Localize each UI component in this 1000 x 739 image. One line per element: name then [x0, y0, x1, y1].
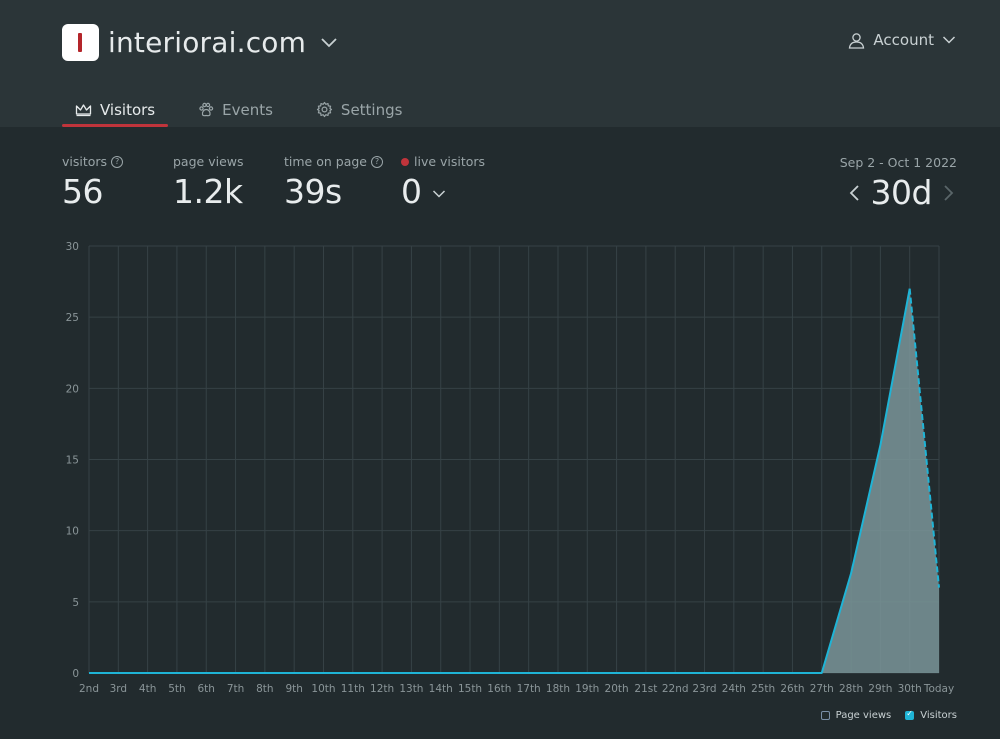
stat-label: visitors	[62, 154, 108, 169]
paw-icon	[199, 102, 214, 116]
y-tick-label: 25	[66, 312, 79, 324]
x-tick-label: 17th	[517, 683, 541, 695]
chevron-left-icon[interactable]	[847, 183, 861, 203]
account-menu-button[interactable]: Account	[848, 31, 956, 49]
range-value[interactable]: 30d	[871, 173, 933, 212]
x-tick-label: 30th	[898, 683, 922, 695]
x-tick-label: 8th	[256, 683, 273, 695]
stat-label: time on page	[284, 154, 367, 169]
x-tick-label: 10th	[311, 683, 335, 695]
chart-series	[89, 288, 940, 674]
stat-page-views[interactable]: page views 1.2k	[173, 154, 244, 211]
x-tick-label: 24th	[722, 683, 746, 695]
stat-value: 1.2k	[173, 172, 243, 211]
chevron-down-icon	[942, 36, 956, 44]
crown-icon	[75, 103, 92, 116]
header-bar: interiorai.com Account Visitors Events S…	[0, 0, 1000, 127]
chevron-right-icon[interactable]	[942, 183, 956, 203]
date-range-label: Sep 2 - Oct 1 2022	[839, 155, 957, 170]
range-selector: 30d	[847, 173, 956, 212]
legend-visitors[interactable]: Visitors	[905, 709, 957, 721]
site-logo[interactable]	[62, 24, 99, 61]
live-indicator-dot	[401, 157, 409, 166]
chart-grid	[88, 245, 940, 674]
user-icon	[849, 32, 865, 49]
series-area	[89, 288, 939, 673]
x-tick-label: 15th	[458, 683, 482, 695]
y-tick-label: 10	[66, 526, 79, 538]
x-tick-label: 2nd	[79, 683, 99, 695]
x-tick-label: 20th	[605, 683, 629, 695]
nav-tabs: Visitors Events Settings	[62, 92, 432, 127]
x-tick-label: 22nd	[662, 683, 689, 695]
chart-legend: Page views Visitors	[820, 709, 957, 721]
y-tick-label: 20	[66, 383, 79, 395]
x-tick-label: 29th	[868, 683, 892, 695]
y-tick-label: 0	[72, 668, 79, 680]
x-tick-label: 3rd	[110, 683, 127, 695]
stat-value: 0	[401, 172, 422, 211]
checkbox-checked[interactable]	[905, 709, 915, 720]
x-tick-label: 27th	[810, 683, 834, 695]
x-tick-label: 9th	[285, 683, 302, 695]
checkbox-unchecked[interactable]	[820, 711, 830, 720]
stat-live-visitors[interactable]: live visitors 0	[401, 154, 485, 211]
y-tick-label: 30	[66, 241, 79, 253]
x-tick-label: 23rd	[692, 683, 716, 695]
x-tick-label: 6th	[198, 683, 215, 695]
tab-events[interactable]: Events	[185, 92, 286, 127]
stat-label: live visitors	[414, 154, 486, 169]
x-tick-label: 11th	[341, 683, 365, 695]
y-tick-label: 5	[72, 597, 79, 609]
stat-time-on-page[interactable]: time on page ? 39s	[284, 154, 383, 211]
help-icon[interactable]: ?	[370, 155, 383, 168]
x-tick-label: 26th	[780, 683, 804, 695]
x-tick-label: 21st	[634, 683, 657, 695]
x-tick-label: Today	[923, 683, 954, 695]
stat-value: 39s	[284, 172, 342, 211]
x-tick-label: 28th	[839, 683, 863, 695]
stat-label: page views	[173, 154, 244, 169]
legend-label: Visitors	[920, 710, 957, 721]
visitors-chart: 0 5 10 15 20 25 30 2nd 3rd 4th 5th 6th 7th 8th 9th 10t…	[66, 241, 955, 695]
help-icon[interactable]: ?	[111, 155, 124, 168]
tab-visitors[interactable]: Visitors	[62, 92, 169, 127]
tab-label: Events	[222, 100, 273, 119]
tab-label: Settings	[340, 100, 403, 119]
chevron-down-icon[interactable]	[320, 36, 338, 48]
x-tick-label: 19th	[575, 683, 599, 695]
x-tick-label: 12th	[370, 683, 394, 695]
x-tick-label: 16th	[487, 683, 511, 695]
gear-icon	[316, 101, 333, 118]
stat-value: 56	[62, 172, 104, 211]
x-axis: 2nd 3rd 4th 5th 6th 7th 8th 9th 10th 11th 12th 13th…	[79, 683, 954, 695]
legend-page-views[interactable]: Page views	[820, 710, 892, 721]
account-label: Account	[873, 31, 934, 49]
x-tick-label: 5th	[168, 683, 185, 695]
x-tick-label: 13th	[399, 683, 423, 695]
site-name[interactable]: interiorai.com	[108, 24, 306, 62]
tab-label: Visitors	[100, 100, 156, 119]
legend-label: Page views	[835, 710, 892, 721]
x-tick-label: 18th	[546, 683, 570, 695]
y-axis: 0 5 10 15 20 25 30	[66, 241, 79, 680]
x-tick-label: 7th	[227, 683, 244, 695]
x-tick-label: 4th	[139, 683, 156, 695]
chevron-down-icon[interactable]	[432, 189, 446, 199]
tab-settings[interactable]: Settings	[303, 92, 416, 127]
y-tick-label: 15	[66, 455, 79, 467]
x-tick-label: 25th	[751, 683, 775, 695]
x-tick-label: 14th	[429, 683, 453, 695]
stat-visitors[interactable]: visitors ? 56	[62, 154, 124, 211]
